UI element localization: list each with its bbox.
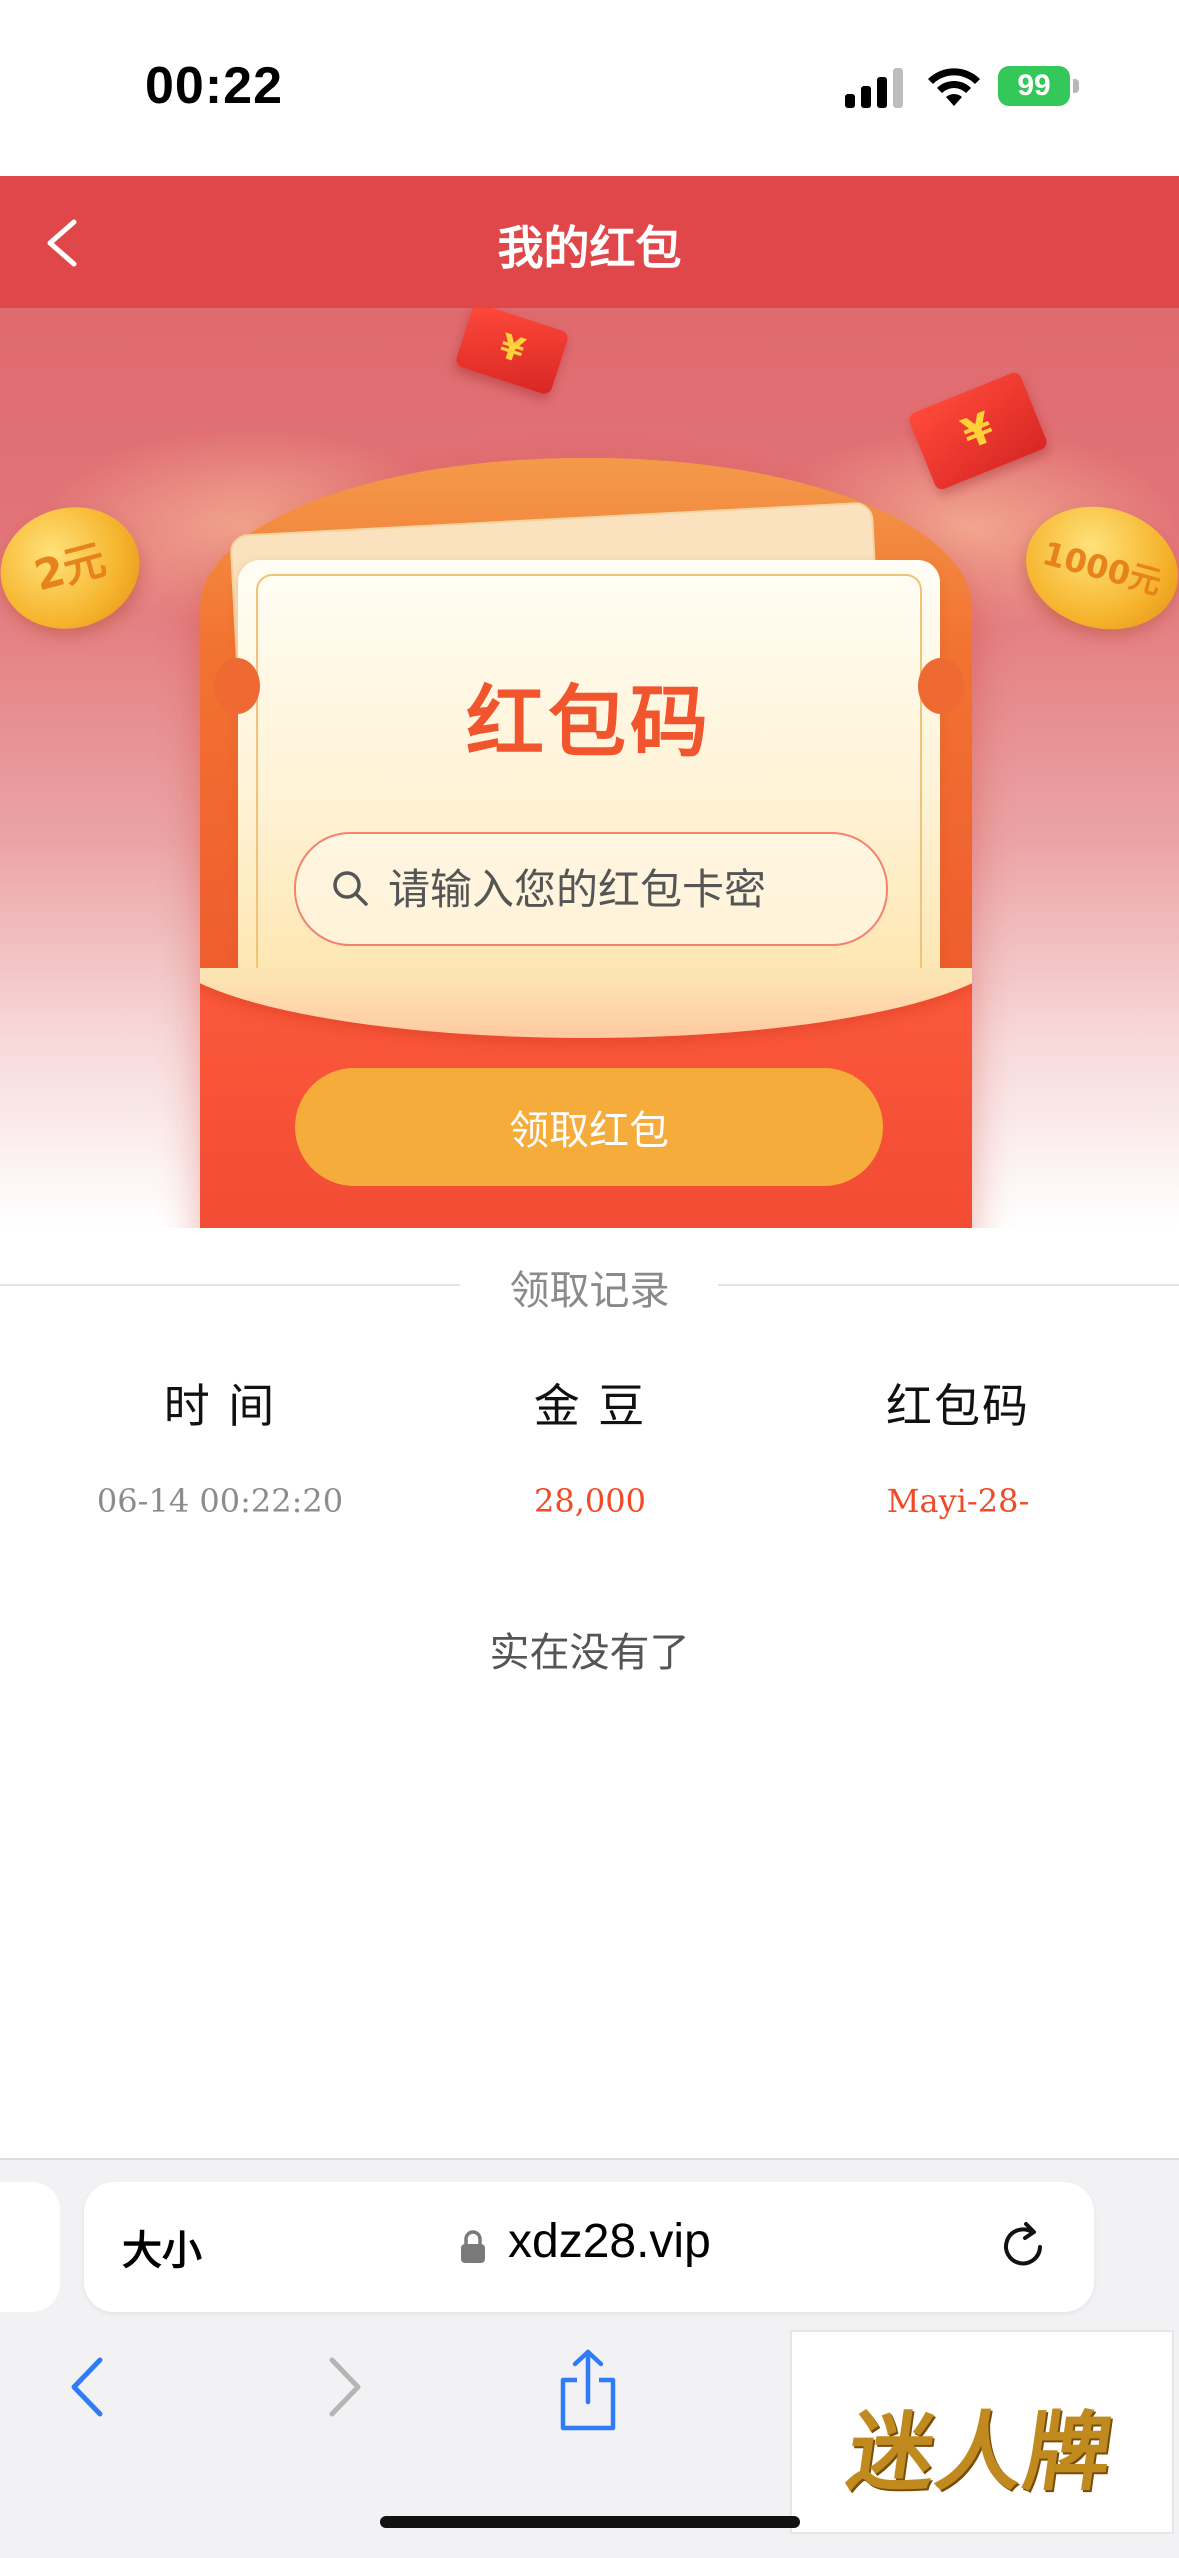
card-title: 红包码 bbox=[465, 678, 712, 768]
claim-red-packet-button[interactable]: 领取红包 bbox=[295, 1068, 883, 1186]
code-search-box[interactable] bbox=[294, 832, 888, 946]
reload-icon[interactable] bbox=[996, 2220, 1050, 2274]
wifi-icon bbox=[928, 68, 980, 106]
lock-icon bbox=[461, 2230, 485, 2263]
page-title: 我的红包 bbox=[497, 221, 682, 275]
nav-header: 我的红包 bbox=[0, 176, 1179, 308]
column-header-time: 时 间 bbox=[163, 1379, 277, 1433]
share-icon[interactable] bbox=[555, 2348, 621, 2432]
watermark-logo: 迷人牌 bbox=[790, 2330, 1174, 2534]
record-code: Mayi-28- bbox=[886, 1482, 1030, 1520]
text-size-button[interactable]: 大小 bbox=[122, 2218, 202, 2276]
no-more-note: 实在没有了 bbox=[489, 1630, 690, 1676]
floating-red-envelope: ¥ bbox=[454, 308, 570, 396]
search-icon bbox=[333, 871, 368, 906]
column-header-code: 红包码 bbox=[886, 1379, 1030, 1433]
browser-back-icon[interactable] bbox=[60, 2352, 114, 2422]
coupon-card: 红包码 bbox=[214, 560, 964, 1020]
battery-icon: 99 bbox=[998, 66, 1080, 106]
record-beans: 28,000 bbox=[534, 1482, 646, 1520]
browser-forward-icon[interactable] bbox=[318, 2352, 372, 2422]
status-bar: 00:22 99 bbox=[0, 0, 1179, 176]
battery-level: 99 bbox=[998, 66, 1070, 106]
home-indicator bbox=[380, 2516, 800, 2528]
cellular-signal-icon bbox=[845, 68, 903, 108]
red-packet-code-input[interactable] bbox=[388, 834, 858, 944]
browser-toolbar: 大小 xdz28.vip 迷人牌 bbox=[0, 2158, 1179, 2558]
address-bar[interactable]: 大小 xdz28.vip bbox=[84, 2182, 1094, 2312]
previous-tab[interactable] bbox=[0, 2182, 60, 2312]
record-time: 06-14 00:22:20 bbox=[96, 1482, 344, 1520]
column-header-beans: 金 豆 bbox=[533, 1379, 647, 1433]
section-title-records: 领取记录 bbox=[509, 1268, 670, 1314]
url-text[interactable]: xdz28.vip bbox=[508, 2214, 711, 2269]
status-time: 00:22 bbox=[145, 57, 283, 115]
